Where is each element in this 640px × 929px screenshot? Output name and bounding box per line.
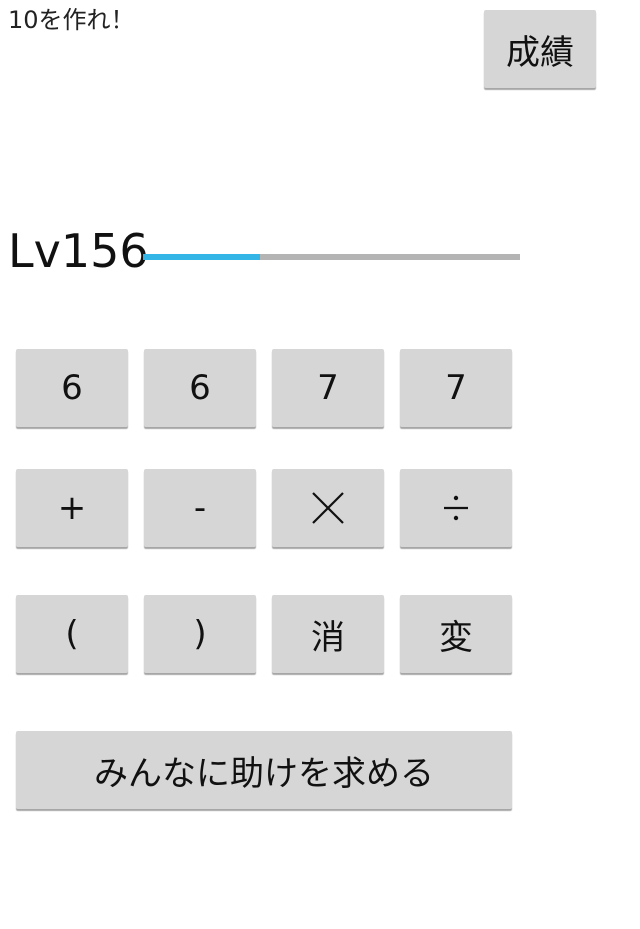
score-button[interactable]: 成績 (484, 10, 596, 88)
number-key-2[interactable]: 6 (144, 349, 256, 427)
number-key-3[interactable]: 7 (272, 349, 384, 427)
app-title: 10を作れ！ (8, 6, 135, 34)
number-key-4[interactable]: 7 (400, 349, 512, 427)
multiply-button[interactable] (272, 469, 384, 547)
level-progress-fill (143, 254, 260, 260)
multiply-icon (312, 492, 344, 524)
delete-button[interactable]: 消 (272, 595, 384, 673)
open-paren-button[interactable]: ( (16, 595, 128, 673)
minus-button[interactable]: - (144, 469, 256, 547)
level-progress-bar (143, 254, 520, 260)
plus-button[interactable]: + (16, 469, 128, 547)
number-key-1[interactable]: 6 (16, 349, 128, 427)
divide-button[interactable] (400, 469, 512, 547)
close-paren-button[interactable]: ) (144, 595, 256, 673)
change-button[interactable]: 変 (400, 595, 512, 673)
divide-icon (444, 495, 468, 521)
level-label: Lv156 (8, 224, 149, 278)
ask-for-help-button[interactable]: みんなに助けを求める (16, 731, 512, 809)
